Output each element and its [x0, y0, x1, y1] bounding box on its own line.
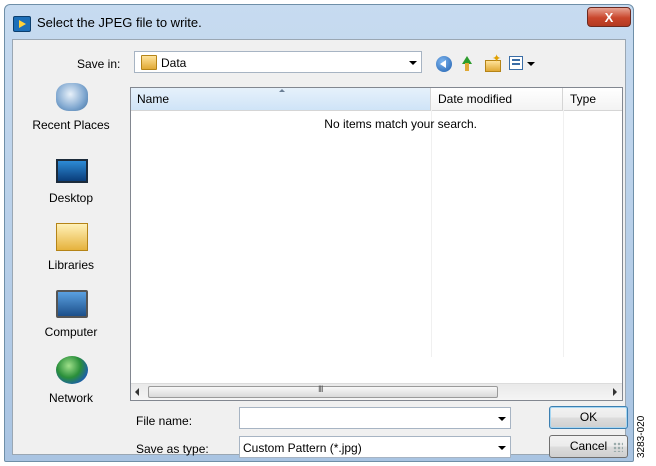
- column-header-type[interactable]: Type: [563, 88, 623, 110]
- close-button[interactable]: X: [587, 7, 631, 27]
- place-label: Desktop: [48, 191, 94, 205]
- scroll-right-icon[interactable]: [613, 388, 617, 396]
- place-label: Recent Places: [32, 118, 110, 132]
- save-in-value: Data: [161, 56, 187, 70]
- save-as-type-dropdown[interactable]: Custom Pattern (*.jpg): [239, 436, 511, 458]
- places-bar: Recent Places Desktop Libraries Computer…: [21, 83, 127, 405]
- desktop-icon: [56, 159, 88, 183]
- views-dropdown-arrow-icon[interactable]: [527, 62, 535, 66]
- file-name-label: File name:: [136, 414, 193, 428]
- back-icon[interactable]: [436, 56, 452, 72]
- column-header-row: Name Date modified Type: [131, 88, 622, 111]
- column-label: Date modified: [438, 92, 513, 106]
- app-icon: [13, 16, 31, 32]
- ok-button[interactable]: OK: [549, 406, 628, 429]
- place-label: Network: [48, 391, 93, 405]
- save-dialog-window: Select the JPEG file to write. X Save in…: [4, 4, 634, 462]
- figure-id: 3283-020: [636, 415, 647, 458]
- recent-places-icon: [56, 83, 88, 111]
- folder-icon: [141, 55, 157, 70]
- column-divider: [431, 110, 432, 357]
- column-header-name[interactable]: Name: [131, 88, 431, 110]
- file-name-field[interactable]: [239, 407, 511, 429]
- save-in-label: Save in:: [77, 57, 121, 71]
- sort-ascending-icon: [279, 89, 285, 92]
- resize-grip[interactable]: [613, 442, 623, 452]
- empty-message: No items match your search.: [324, 117, 477, 131]
- chevron-down-icon[interactable]: [409, 61, 417, 65]
- computer-icon: [56, 290, 88, 318]
- chevron-down-icon[interactable]: [498, 446, 506, 450]
- save-in-dropdown[interactable]: Data: [134, 51, 422, 73]
- views-menu-icon[interactable]: [509, 56, 523, 70]
- new-folder-icon[interactable]: [484, 52, 501, 72]
- scroll-left-icon[interactable]: [135, 388, 139, 396]
- dialog-body: Save in: Data Recent Places Desktop Libr…: [12, 39, 628, 458]
- column-label: Name: [137, 92, 170, 106]
- libraries-icon: [56, 223, 88, 251]
- window-title: Select the JPEG file to write.: [37, 15, 202, 30]
- column-label: Type: [570, 92, 597, 106]
- save-as-type-value: Custom Pattern (*.jpg): [243, 441, 362, 455]
- file-list[interactable]: Name Date modified Type No items match y…: [130, 87, 623, 401]
- network-icon: [56, 356, 88, 384]
- up-folder-icon[interactable]: [459, 56, 475, 72]
- save-as-type-label: Save as type:: [136, 442, 209, 456]
- chevron-down-icon[interactable]: [498, 417, 506, 421]
- place-label: Computer: [44, 325, 98, 339]
- place-label: Libraries: [47, 258, 95, 272]
- column-divider: [563, 110, 564, 357]
- horizontal-scrollbar[interactable]: III: [131, 383, 622, 400]
- scrollbar-thumb[interactable]: III: [148, 384, 498, 398]
- scroll-grip: III: [318, 384, 323, 394]
- title-bar[interactable]: Select the JPEG file to write. X: [5, 5, 633, 39]
- column-header-date-modified[interactable]: Date modified: [431, 88, 563, 110]
